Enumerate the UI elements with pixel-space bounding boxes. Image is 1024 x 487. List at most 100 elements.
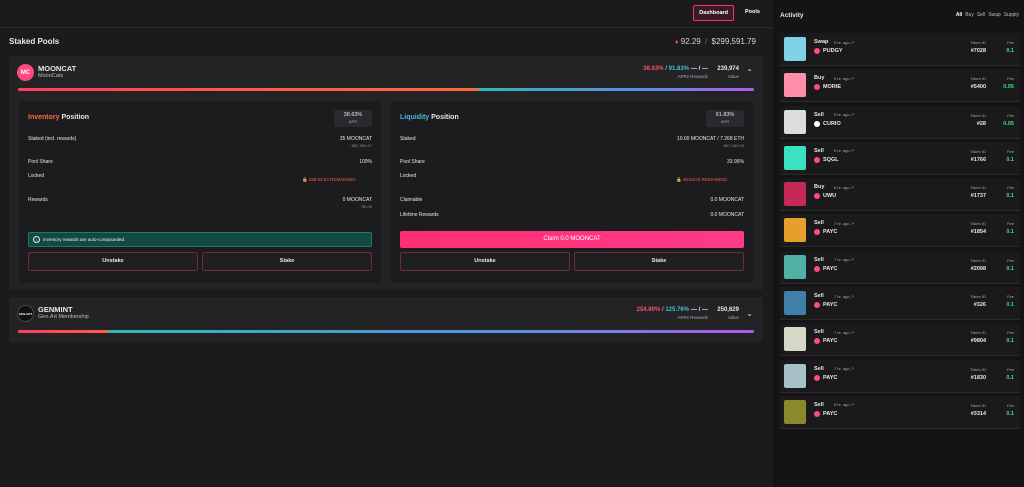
activity-time-link[interactable]: 8 hr. ago ↗	[834, 402, 854, 407]
activity-item[interactable]: Sell 7 hr. ago ↗ PAYC Token ID #9804 Fee 0.1	[780, 323, 1020, 357]
pool-value: 250,629 Value	[717, 307, 739, 320]
rewards-row-label: Rewards	[28, 197, 48, 203]
chevron-up-icon[interactable]: ⌃	[746, 68, 753, 77]
pool-value: 239,974 Value	[717, 66, 739, 79]
activity-time-link[interactable]: 5 hr. ago ↗	[834, 76, 854, 81]
filter-all[interactable]: All	[956, 12, 962, 18]
liquidity-apr-box: 91.83% APR	[706, 110, 744, 127]
nft-thumbnail	[784, 291, 806, 316]
activity-type: Sell	[814, 256, 824, 263]
liquidity-actions: Unstake Stake	[400, 252, 744, 271]
activity-time-link[interactable]: 7 hr. ago ↗	[834, 330, 854, 335]
share-value: 100%	[359, 159, 372, 165]
token-id-label: Token ID	[970, 221, 986, 227]
nft-thumbnail	[784, 254, 806, 279]
activity-item[interactable]: Swap 5 hr. ago ↗ PUDGY Token ID #7028 Fee 0.1	[780, 33, 1020, 66]
nft-thumbnail	[784, 182, 806, 207]
mooncat-logo-icon: MC	[17, 64, 34, 81]
liquidity-unstake-button[interactable]: Unstake	[400, 252, 570, 271]
activity-item[interactable]: Sell 7 hr. ago ↗ PAYC Token ID #326 Fee 0.1	[780, 287, 1020, 321]
liquidity-apr-label: APR	[720, 119, 730, 124]
activity-time-link[interactable]: 7 hr. ago ↗	[834, 257, 854, 262]
activity-sidebar: Activity All Buy Sell Swap Supply Swap 5 hr. …	[773, 0, 1024, 487]
filter-swap[interactable]: Swap	[988, 12, 1001, 18]
activity-item[interactable]: Sell 7 hr. ago ↗ PAYC Token ID #1830 Fee 0.1	[780, 359, 1020, 393]
token-id: #9804	[970, 338, 986, 345]
nft-thumbnail	[784, 327, 806, 352]
activity-time-link[interactable]: 5 hr. ago ↗	[834, 40, 854, 45]
nft-thumbnail	[784, 218, 806, 243]
pool-header[interactable]: MC MOONCAT MoonCats 38.63% / 91.83% APRs…	[9, 56, 763, 90]
pool-header[interactable]: GEN.ART GENMINT Gen.Art Membership 254.8…	[9, 297, 763, 331]
notice-text: Inventory rewards are auto-compounded.	[43, 237, 126, 242]
claim-button[interactable]: Claim 0.0 MOONCAT	[400, 231, 744, 248]
nav-dashboard-button[interactable]: Dashboard	[693, 5, 735, 21]
activity-item[interactable]: Sell 8 hr. ago ↗ PAYC Token ID #3314 Fee 0.1	[780, 395, 1020, 429]
rewards-label: Rewards	[690, 74, 708, 79]
fee-label: Fee	[1007, 76, 1014, 82]
liquidity-stake-button[interactable]: Stake	[574, 252, 744, 271]
activity-time-link[interactable]: 7 hr. ago ↗	[834, 294, 854, 299]
locked-remaining: 🔒 288:52:54 REMAINING	[302, 177, 356, 182]
locked-label: Locked	[28, 173, 45, 179]
main-panel: Dashboard Pools Staked Pools ♦ 92.29 / $…	[0, 0, 773, 487]
total-usd: $299,591.79	[711, 37, 757, 46]
staked-value: 10.00 MOONCAT / 7.268 ETH	[676, 136, 744, 142]
total-separator: /	[705, 37, 708, 46]
apr-label: APRs	[677, 315, 689, 320]
liquidity-apr-value: 91.83%	[715, 112, 735, 118]
fee-value: 0.1	[1006, 374, 1014, 381]
nft-thumbnail	[784, 399, 806, 424]
token-id-label: Token ID	[970, 366, 986, 372]
rewards-row-usd: ~$0.00	[359, 204, 372, 209]
activity-time-link[interactable]: 7 hr. ago ↗	[834, 221, 854, 226]
fee-label: Fee	[1007, 294, 1014, 300]
token-id: #2098	[970, 265, 986, 272]
activity-type: Sell	[814, 401, 824, 408]
collection-icon	[814, 410, 820, 417]
token-id-label: Token ID	[970, 40, 986, 45]
activity-type: Sell	[814, 111, 824, 118]
activity-type: Buy	[814, 184, 825, 191]
activity-item[interactable]: Buy 5 hr. ago ↗ MORIE Token ID #5400 Fee 0.05	[780, 69, 1020, 103]
activity-time-link[interactable]: 7 hr. ago ↗	[834, 366, 854, 371]
inventory-apr-box: 38.63% APR	[334, 110, 372, 127]
filter-buy[interactable]: Buy	[965, 12, 974, 18]
activity-item[interactable]: Sell 7 hr. ago ↗ PAYC Token ID #2098 Fee 0.1	[780, 250, 1020, 284]
nav-pools-button[interactable]: Pools	[740, 5, 765, 21]
pool-name: GENMINT	[38, 305, 73, 314]
token-id: #1766	[970, 156, 986, 163]
activity-item[interactable]: Sell 7 hr. ago ↗ PAYC Token ID #1854 Fee 0.1	[780, 214, 1020, 248]
activity-item[interactable]: Buy 6 hr. ago ↗ UWU Token ID #1737 Fee 0.1	[780, 178, 1020, 212]
apr-liquidity: 125.76%	[665, 307, 689, 313]
fee-value: 0.05	[1003, 84, 1014, 91]
activity-item[interactable]: Sell 5 hr. ago ↗ CURIO Token ID #28 Fee 0.05	[780, 105, 1020, 139]
activity-time-link[interactable]: 6 hr. ago ↗	[834, 185, 854, 190]
activity-type: Sell	[814, 220, 824, 227]
rewards-value: — / —	[690, 307, 708, 313]
token-id-label: Token ID	[970, 76, 986, 82]
inventory-unstake-button[interactable]: Unstake	[28, 252, 198, 271]
fee-value: 0.1	[1006, 229, 1014, 236]
activity-type: Sell	[814, 147, 824, 154]
activity-time-link[interactable]: 6 hr. ago ↗	[834, 148, 854, 153]
claimable-label: Claimable	[400, 197, 423, 203]
activity-item[interactable]: Sell 6 hr. ago ↗ SQGL Token ID #1766 Fee 0.1	[780, 141, 1020, 175]
filter-supply[interactable]: Supply	[1004, 12, 1019, 18]
genart-logo-icon: GEN.ART	[17, 305, 34, 322]
info-icon: i	[33, 236, 40, 243]
filter-sell[interactable]: Sell	[977, 12, 985, 18]
chevron-down-icon[interactable]: ⌄	[746, 309, 753, 318]
inventory-stake-button[interactable]: Stake	[202, 252, 372, 271]
pool-aprs: 38.63% / 91.83% APRs	[643, 66, 689, 79]
collection-icon	[814, 302, 820, 309]
token-id-label: Token ID	[970, 148, 986, 154]
collection-icon	[814, 229, 820, 236]
fee-label: Fee	[1007, 221, 1014, 227]
lifetime-value: 0.0 MOONCAT	[710, 212, 744, 218]
portfolio-totals: ♦ 92.29 / $299,591.79	[675, 37, 756, 46]
value-amount: 239,974	[717, 66, 739, 72]
fee-label: Fee	[1007, 366, 1014, 372]
token-id: #28	[976, 120, 986, 127]
activity-time-link[interactable]: 5 hr. ago ↗	[834, 112, 854, 117]
